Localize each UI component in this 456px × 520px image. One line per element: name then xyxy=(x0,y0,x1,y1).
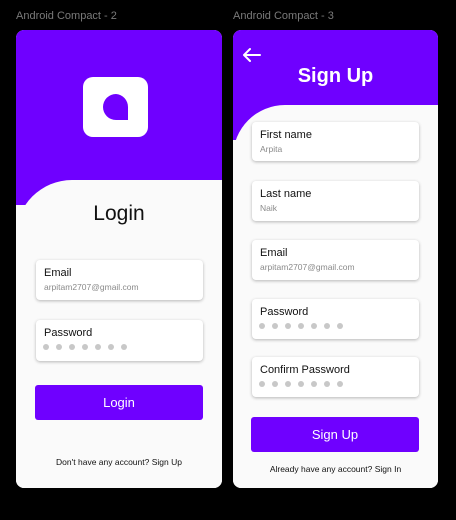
mask-dot xyxy=(337,381,343,387)
password-label: Password xyxy=(44,327,93,339)
mask-dot xyxy=(285,381,291,387)
chat-bubble-icon xyxy=(103,94,129,120)
email-label: Email xyxy=(44,267,72,279)
login-screen: Login Email arpitam2707@gmail.com Passwo… xyxy=(16,30,222,488)
mask-dot xyxy=(259,381,265,387)
last-name-label: Last name xyxy=(260,188,312,200)
mask-dot xyxy=(108,344,114,350)
confirm-password-field[interactable]: Confirm Password xyxy=(252,357,419,397)
mask-dot xyxy=(311,381,317,387)
mask-dot xyxy=(82,344,88,350)
signup-button[interactable]: Sign Up xyxy=(251,417,419,452)
page-title: Sign Up xyxy=(297,65,374,87)
password-field[interactable]: Password xyxy=(252,299,419,339)
email-value: arpitam2707@gmail.com xyxy=(44,282,139,292)
frame-label-signup: Android Compact - 3 xyxy=(233,10,334,22)
password-field[interactable]: Password xyxy=(36,320,203,361)
mask-dot xyxy=(285,323,291,329)
last-name-value: Naik xyxy=(260,203,278,213)
email-field[interactable]: Email arpitam2707@gmail.com xyxy=(36,260,203,300)
mask-dot xyxy=(311,323,317,329)
last-name-field[interactable]: Last name Naik xyxy=(252,181,419,221)
email-field[interactable]: Email arpitam2707@gmail.com xyxy=(252,240,419,280)
mask-dot xyxy=(324,323,330,329)
first-name-value: Arpita xyxy=(260,144,283,154)
mask-dot xyxy=(56,344,62,350)
mask-dot xyxy=(298,381,304,387)
page-title: Login xyxy=(93,202,145,225)
mask-dot xyxy=(121,344,127,350)
password-mask xyxy=(259,323,343,329)
confirm-password-mask xyxy=(259,381,343,387)
app-logo xyxy=(83,77,148,137)
mask-dot xyxy=(337,323,343,329)
first-name-field[interactable]: First name Arpita xyxy=(252,122,419,161)
mask-dot xyxy=(69,344,75,350)
login-button[interactable]: Login xyxy=(35,385,203,420)
signin-link[interactable]: Already have any account? Sign In xyxy=(233,464,438,474)
email-value: arpitam2707@gmail.com xyxy=(260,262,355,272)
mask-dot xyxy=(298,323,304,329)
confirm-password-label: Confirm Password xyxy=(260,364,350,376)
mask-dot xyxy=(259,323,265,329)
signup-link[interactable]: Don't have any account? Sign Up xyxy=(16,457,222,467)
mask-dot xyxy=(95,344,101,350)
mask-dot xyxy=(43,344,49,350)
mask-dot xyxy=(324,381,330,387)
mask-dot xyxy=(272,323,278,329)
password-mask xyxy=(43,344,127,350)
password-label: Password xyxy=(260,306,309,318)
frame-label-login: Android Compact - 2 xyxy=(16,10,117,22)
first-name-label: First name xyxy=(260,129,312,141)
signup-screen: Sign Up First name Arpita Last name Naik… xyxy=(233,30,438,488)
mask-dot xyxy=(272,381,278,387)
arrow-left-icon[interactable] xyxy=(241,47,261,63)
email-label: Email xyxy=(260,247,288,259)
